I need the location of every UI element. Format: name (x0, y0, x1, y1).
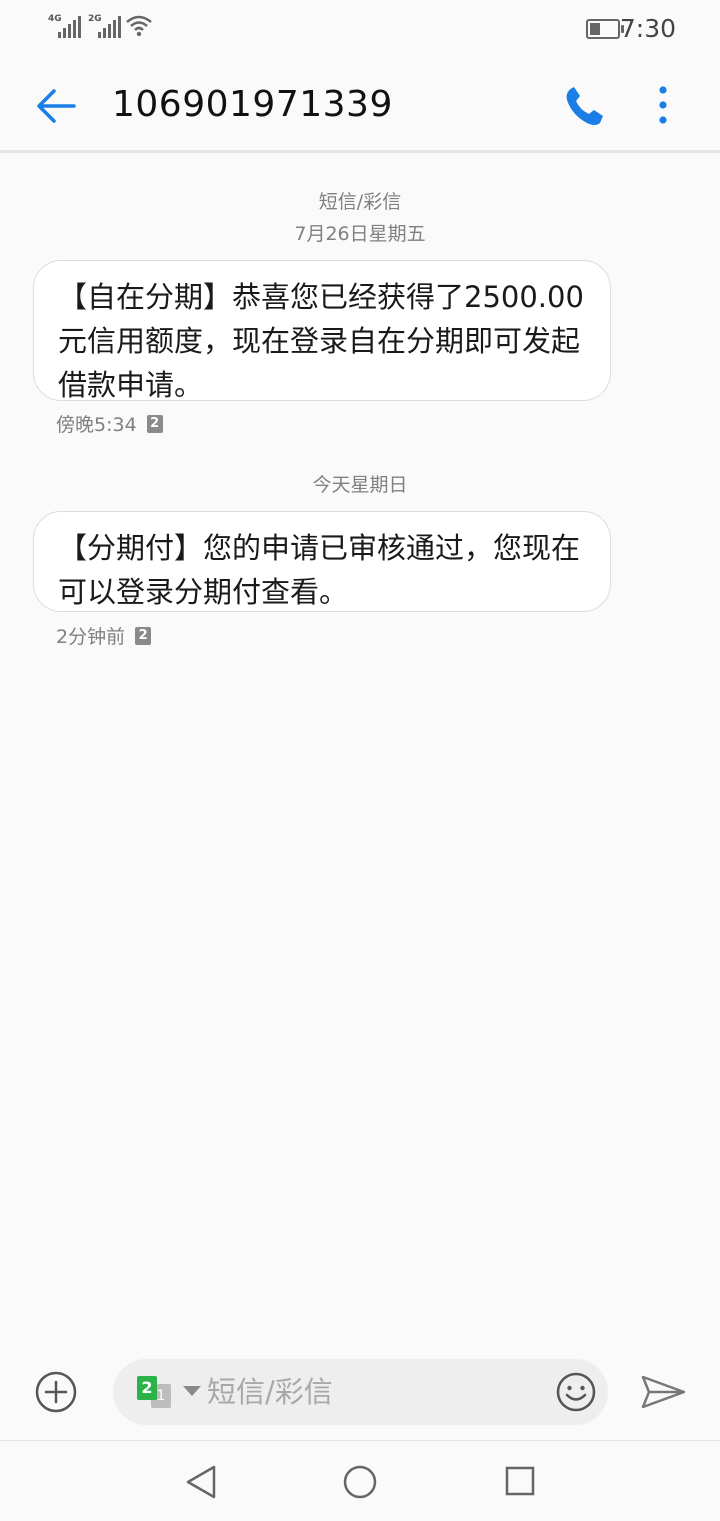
message-meta: 傍晚5:34 2 (56, 410, 163, 437)
sim2-signal-icon: 2G (88, 14, 122, 40)
sim2-network-tag: 2G (88, 14, 102, 24)
message-time: 傍晚5:34 (56, 414, 137, 436)
more-vertical-icon[interactable] (646, 82, 680, 128)
channel-label: 短信/彩信 (318, 191, 402, 213)
circle-home-icon[interactable] (341, 1463, 379, 1501)
square-recents-icon[interactable] (504, 1465, 536, 1497)
contact-number: 106901971339 (112, 84, 393, 125)
message-meta: 2分钟前 2 (56, 622, 152, 649)
sim-selector[interactable]: 1 2 (137, 1376, 201, 1408)
clock: 7:30 (619, 14, 676, 43)
message-time: 2分钟前 (56, 626, 126, 648)
message-input[interactable] (207, 1373, 527, 1411)
sim-badge-icon: 2 (135, 626, 152, 645)
message-input-container: 1 2 (113, 1359, 608, 1425)
triangle-back-icon[interactable] (184, 1463, 218, 1501)
sim1-signal-icon: 4G (48, 14, 82, 40)
status-bar: 4G 2G 7:30 (0, 0, 720, 58)
system-nav-bar (0, 1440, 720, 1521)
date-divider: 今天星期日 (312, 474, 408, 496)
caret-down-icon (183, 1386, 201, 1396)
send-icon[interactable] (638, 1372, 688, 1412)
wifi-icon (126, 15, 152, 37)
battery-icon (586, 19, 624, 39)
message-thread: 短信/彩信 7月26日星期五 【自在分期】恭喜您已经获得了2500.00元信用额… (0, 153, 720, 1353)
message-bubble[interactable]: 【自在分期】恭喜您已经获得了2500.00元信用额度，现在登录自在分期即可发起借… (33, 260, 611, 402)
battery-fill (590, 23, 601, 35)
arrow-left-icon[interactable] (30, 82, 82, 130)
sim-badge-icon: 2 (146, 414, 163, 433)
phone-icon[interactable] (562, 82, 606, 128)
sim-primary-icon: 2 (137, 1376, 157, 1400)
conversation-header: 106901971339 (0, 58, 720, 153)
date-divider: 7月26日星期五 (294, 223, 426, 245)
sim1-network-tag: 4G (48, 14, 62, 24)
emoji-icon[interactable] (554, 1370, 598, 1414)
message-bubble[interactable]: 【分期付】您的申请已审核通过，您现在可以登录分期付查看。 (33, 511, 611, 612)
plus-circle-icon[interactable] (34, 1370, 78, 1414)
message-composer: 1 2 (0, 1352, 720, 1440)
